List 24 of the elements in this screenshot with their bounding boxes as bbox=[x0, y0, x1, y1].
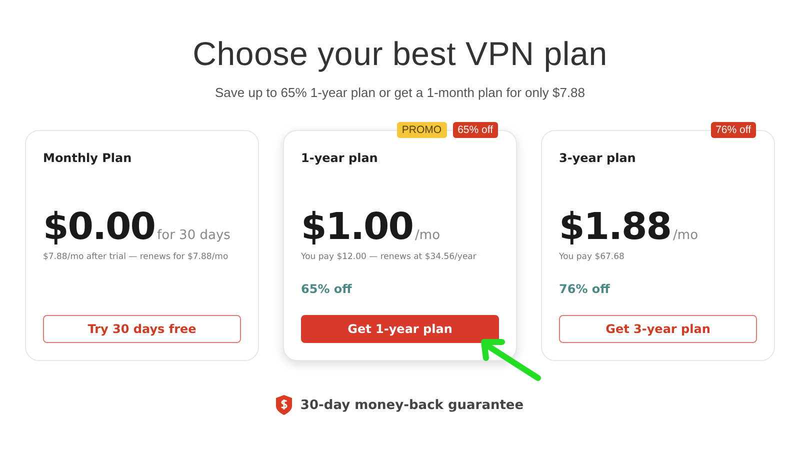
plan-name: Monthly Plan bbox=[43, 151, 133, 165]
promo-badge: PROMO bbox=[396, 122, 447, 138]
discount-text: 65% off bbox=[301, 282, 352, 296]
page-subtitle: Save up to 65% 1-year plan or get a 1-month plan for only $7.88 bbox=[214, 85, 585, 100]
plan-price: $1.00 bbox=[301, 205, 414, 248]
price-note: $7.88/mo after trial — renews for $7.88/mo bbox=[43, 252, 230, 262]
discount-badge: 65% off bbox=[452, 122, 498, 138]
shield-dollar-icon bbox=[276, 395, 292, 415]
plan-button[interactable]: Try 30 days free bbox=[43, 315, 241, 343]
plan-button[interactable]: Get 1-year plan bbox=[301, 315, 499, 343]
price-period: for 30 days bbox=[157, 228, 230, 243]
plan-name: 1-year plan bbox=[301, 151, 379, 165]
plan-button[interactable]: Get 3-year plan bbox=[559, 315, 757, 343]
price-note: You pay $12.00 — renews at $34.56/year bbox=[301, 252, 478, 262]
price-period: /mo bbox=[673, 228, 698, 243]
price-note: You pay $67.68 bbox=[559, 252, 626, 262]
guarantee-text: 30-day money-back guarantee bbox=[300, 398, 524, 412]
plan-price: $0.00 bbox=[43, 205, 156, 248]
discount-text: 76% off bbox=[559, 282, 610, 296]
price-period: /mo bbox=[415, 228, 440, 243]
plan-name: 3-year plan bbox=[559, 151, 637, 165]
page-title: Choose your best VPN plan bbox=[192, 35, 608, 73]
discount-badge: 76% off bbox=[710, 122, 756, 138]
plan-price: $1.88 bbox=[559, 205, 672, 248]
